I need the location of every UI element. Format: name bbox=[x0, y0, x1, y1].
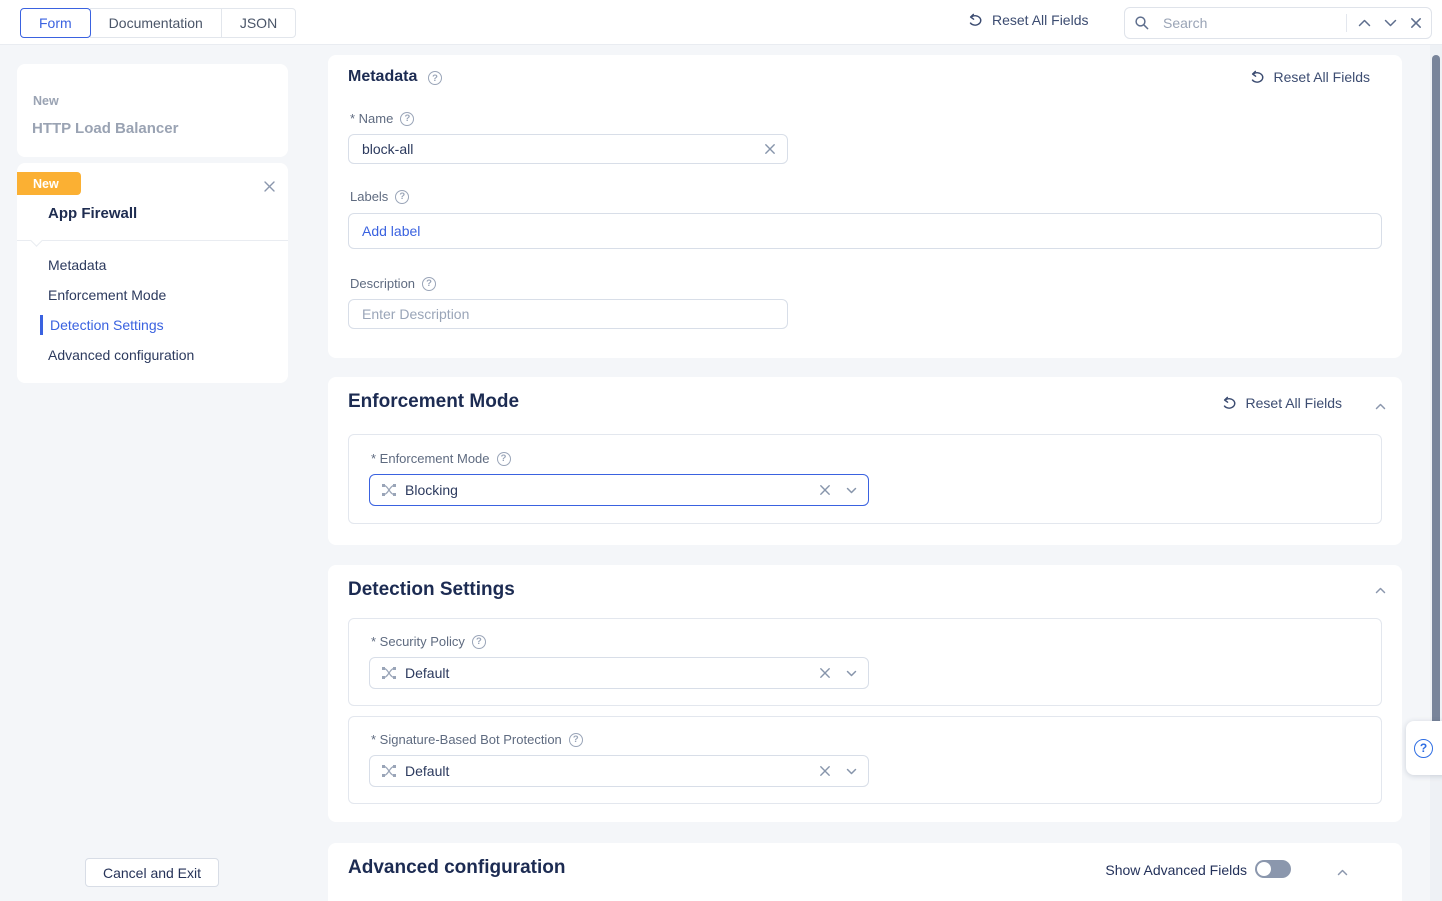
metadata-title: Metadata bbox=[348, 68, 417, 86]
sidebar-notch bbox=[30, 234, 43, 247]
top-bar: Form Documentation JSON Reset All Fields bbox=[0, 0, 1442, 45]
chevron-down-icon[interactable] bbox=[838, 477, 864, 503]
help-icon[interactable] bbox=[472, 635, 486, 649]
help-icon[interactable] bbox=[400, 112, 414, 126]
reset-all-fields-label: Reset All Fields bbox=[992, 12, 1088, 28]
collapse-section-icon[interactable] bbox=[1372, 398, 1388, 414]
object-close-icon[interactable] bbox=[256, 173, 282, 199]
sidebar-item-detection-settings[interactable]: Detection Settings bbox=[17, 311, 288, 339]
sidebar-item-metadata[interactable]: Metadata bbox=[17, 251, 288, 279]
chevron-down-icon[interactable] bbox=[838, 758, 864, 784]
tab-form[interactable]: Form bbox=[20, 8, 91, 38]
help-icon[interactable] bbox=[395, 190, 409, 204]
bot-protection-label: * Signature-Based Bot Protection bbox=[371, 732, 583, 747]
search-icon bbox=[1129, 10, 1155, 36]
sidebar-divider bbox=[17, 240, 288, 241]
enforcement-reset-all-button[interactable]: Reset All Fields bbox=[1221, 395, 1342, 411]
scrollbar-thumb[interactable] bbox=[1432, 55, 1440, 765]
name-input[interactable] bbox=[362, 141, 757, 157]
name-label: * Name bbox=[350, 111, 414, 126]
toggle-knob bbox=[1257, 862, 1271, 876]
sidebar-item-advanced-configuration[interactable]: Advanced configuration bbox=[17, 341, 288, 369]
reset-icon bbox=[1249, 70, 1266, 85]
security-policy-label: * Security Policy bbox=[371, 634, 486, 649]
reset-icon bbox=[967, 13, 984, 28]
clear-selection-icon[interactable] bbox=[812, 758, 838, 784]
help-icon[interactable] bbox=[497, 452, 511, 466]
context-card: New HTTP Load Balancer bbox=[17, 64, 288, 157]
enforcement-mode-select[interactable]: Blocking bbox=[369, 474, 869, 506]
show-advanced-fields-label: Show Advanced Fields bbox=[1105, 862, 1247, 878]
clear-selection-icon[interactable] bbox=[812, 477, 838, 503]
enforcement-mode-title: Enforcement Mode bbox=[348, 391, 519, 413]
tab-documentation[interactable]: Documentation bbox=[90, 8, 222, 38]
security-policy-value: Default bbox=[405, 665, 812, 681]
metadata-section: Metadata Reset All Fields * Name Labels … bbox=[328, 55, 1402, 358]
search-divider bbox=[1346, 14, 1347, 32]
bot-protection-value: Default bbox=[405, 763, 812, 779]
detection-settings-title: Detection Settings bbox=[348, 579, 515, 601]
enforcement-mode-section: Enforcement Mode Reset All Fields * Enfo… bbox=[328, 377, 1402, 545]
clear-name-icon[interactable] bbox=[757, 136, 783, 162]
reset-icon bbox=[1221, 396, 1238, 411]
collapse-section-icon[interactable] bbox=[1334, 864, 1350, 880]
reset-all-fields-button[interactable]: Reset All Fields bbox=[967, 12, 1088, 28]
advanced-configuration-title: Advanced configuration bbox=[348, 857, 565, 879]
search-close-icon[interactable] bbox=[1403, 10, 1429, 36]
add-label-button[interactable]: Add label bbox=[362, 223, 420, 239]
bot-protection-select[interactable]: Default bbox=[369, 755, 869, 787]
clear-selection-icon[interactable] bbox=[812, 660, 838, 686]
show-advanced-fields-toggle[interactable] bbox=[1255, 860, 1291, 878]
search-input[interactable] bbox=[1163, 15, 1342, 31]
detection-settings-section: Detection Settings * Security Policy Def… bbox=[328, 565, 1402, 822]
oneof-selector-icon bbox=[381, 482, 397, 498]
oneof-selector-icon bbox=[381, 763, 397, 779]
sidebar-item-enforcement-mode[interactable]: Enforcement Mode bbox=[17, 281, 288, 309]
labels-label: Labels bbox=[350, 189, 409, 204]
help-icon[interactable] bbox=[569, 733, 583, 747]
enforcement-mode-label: * Enforcement Mode bbox=[371, 451, 511, 466]
view-tabs: Form Documentation JSON bbox=[20, 8, 296, 38]
help-icon[interactable] bbox=[428, 71, 442, 85]
advanced-configuration-section: Advanced configuration Show Advanced Fie… bbox=[328, 843, 1402, 901]
tab-json[interactable]: JSON bbox=[221, 8, 296, 38]
enforcement-mode-group: * Enforcement Mode Blocking bbox=[348, 434, 1382, 524]
object-card: New App Firewall Metadata Enforcement Mo… bbox=[17, 163, 288, 383]
new-badge: New bbox=[17, 172, 81, 195]
security-policy-group: * Security Policy Default bbox=[348, 618, 1382, 706]
help-button[interactable] bbox=[1406, 721, 1442, 775]
collapse-section-icon[interactable] bbox=[1372, 582, 1388, 598]
metadata-reset-all-button[interactable]: Reset All Fields bbox=[1249, 69, 1370, 85]
enforcement-mode-value: Blocking bbox=[405, 482, 812, 498]
oneof-selector-icon bbox=[381, 665, 397, 681]
cancel-and-exit-button[interactable]: Cancel and Exit bbox=[85, 858, 219, 887]
search-prev-button[interactable] bbox=[1351, 10, 1377, 36]
help-icon[interactable] bbox=[422, 277, 436, 291]
description-field bbox=[348, 299, 788, 329]
description-input[interactable] bbox=[362, 306, 787, 322]
question-circle-icon bbox=[1414, 739, 1433, 758]
search-next-button[interactable] bbox=[1377, 10, 1403, 36]
find-in-form bbox=[1124, 7, 1432, 39]
security-policy-select[interactable]: Default bbox=[369, 657, 869, 689]
bot-protection-group: * Signature-Based Bot Protection Default bbox=[348, 716, 1382, 804]
context-title: HTTP Load Balancer bbox=[32, 120, 178, 137]
context-eyebrow: New bbox=[33, 94, 59, 108]
labels-field[interactable]: Add label bbox=[348, 213, 1382, 249]
description-label: Description bbox=[350, 276, 436, 291]
chevron-down-icon[interactable] bbox=[838, 660, 864, 686]
name-field bbox=[348, 134, 788, 164]
object-title: App Firewall bbox=[48, 205, 137, 222]
